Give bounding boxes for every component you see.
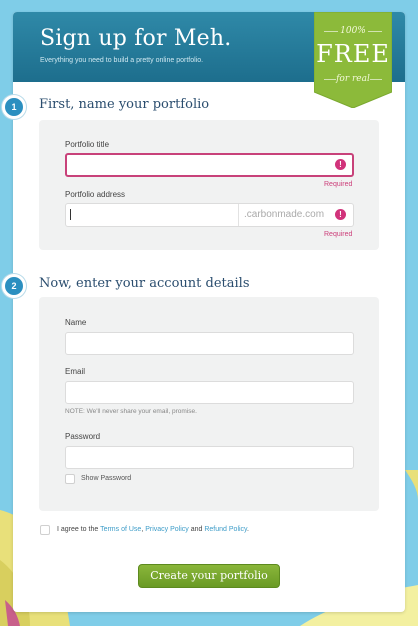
portfolio-address-input[interactable]: .carbonmade.com ! — [65, 203, 354, 227]
domain-suffix: .carbonmade.com — [244, 209, 325, 220]
ribbon-percent: 100% — [340, 26, 366, 36]
name-label: Name — [65, 318, 87, 327]
step-1-badge: 1 — [2, 95, 26, 119]
terms-of-use-link[interactable]: Terms of Use — [100, 526, 141, 533]
terms-separator: and — [188, 526, 205, 533]
password-input[interactable] — [65, 446, 354, 469]
terms-prefix: I agree to the — [57, 526, 101, 533]
terms-text: I agree to the Terms of Use, Privacy Pol… — [57, 526, 249, 533]
portfolio-title-label: Portfolio title — [65, 140, 110, 149]
create-portfolio-button[interactable]: Create your portfolio — [138, 564, 280, 588]
email-input[interactable] — [65, 381, 354, 404]
step-1-title: First, name your portfolio — [39, 97, 210, 112]
step-2-title: Now, enter your account details — [39, 276, 250, 291]
text-caret — [70, 209, 71, 220]
portfolio-title-error: Required — [324, 181, 353, 188]
account-panel: Name Email NOTE: We'll never share your … — [39, 297, 379, 511]
suffix-divider — [238, 204, 239, 226]
error-icon: ! — [335, 209, 346, 220]
name-input[interactable] — [65, 332, 354, 355]
email-label: Email — [65, 367, 86, 376]
show-password-label: Show Password — [81, 475, 132, 482]
page-subtitle: Everything you need to build a pretty on… — [40, 57, 204, 64]
email-note: NOTE: We'll never share your email, prom… — [65, 408, 197, 415]
terms-checkbox[interactable] — [40, 525, 50, 535]
page-title: Sign up for Meh. — [40, 26, 232, 51]
ribbon-for-real: for real — [336, 74, 370, 84]
portfolio-panel: Portfolio title ! Required Portfolio add… — [39, 120, 379, 250]
refund-policy-link[interactable]: Refund Policy — [204, 526, 247, 533]
show-password-checkbox[interactable] — [65, 474, 75, 484]
portfolio-title-input[interactable]: ! — [65, 153, 354, 177]
step-2-badge: 2 — [2, 274, 26, 298]
ribbon-free: FREE — [316, 40, 390, 68]
error-icon: ! — [335, 159, 346, 170]
portfolio-address-label: Portfolio address — [65, 190, 126, 199]
portfolio-address-error: Required — [324, 231, 353, 238]
password-label: Password — [65, 432, 101, 441]
privacy-policy-link[interactable]: Privacy Policy — [145, 526, 189, 533]
terms-suffix: . — [247, 526, 249, 533]
free-ribbon: 100% FREE for real — [314, 12, 392, 108]
